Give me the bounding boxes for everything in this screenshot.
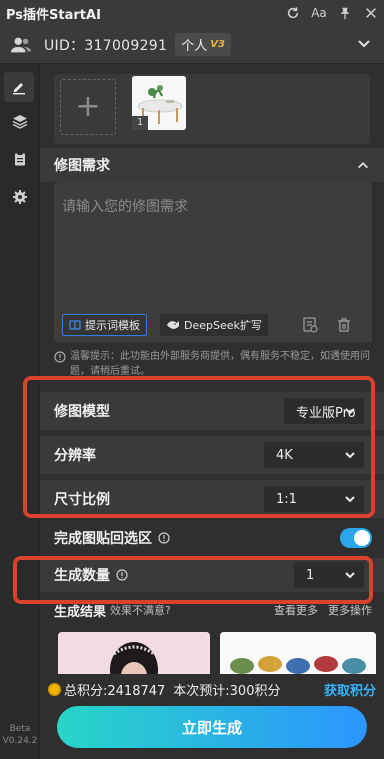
history-icon[interactable] — [301, 316, 319, 334]
points-bar: 总积分:2418747 本次预计:300积分 获取积分 — [40, 675, 384, 703]
request-placeholder[interactable]: 请输入您的修图需求 — [62, 196, 188, 216]
image-upload-area: + 1 — [54, 74, 370, 144]
chevron-up-icon[interactable] — [356, 158, 370, 172]
paste-back-label: 完成图贴回选区 — [54, 531, 152, 547]
paste-back-toggle[interactable] — [340, 528, 372, 548]
service-tip: 温馨提示：此功能由外部服务商提供，偶有服务不稳定，如遇使用问题，请稍后重试。 — [54, 349, 372, 379]
products-image — [220, 632, 376, 674]
estimated-cost: 本次预计:300积分 — [173, 683, 281, 699]
result-image-2[interactable] — [220, 632, 376, 674]
total-points: 总积分:2418747 — [64, 683, 166, 699]
deepseek-expand-button[interactable]: DeepSeek扩写 — [160, 314, 268, 336]
plan-version: V3 — [210, 39, 225, 50]
app-title: Ps插件StartAI — [6, 7, 101, 23]
pin-icon[interactable] — [332, 0, 358, 26]
generate-button[interactable]: 立即生成 — [57, 706, 367, 748]
settings-icon[interactable] — [0, 178, 40, 216]
tip-text: 温馨提示：此功能由外部服务商提供，偶有服务不稳定，如遇使用问题，请稍后重试。 — [70, 351, 370, 377]
edit-icon[interactable] — [4, 72, 34, 102]
request-input-box[interactable]: 请输入您的修图需求 提示词模板 DeepSeek扩写 — [54, 182, 372, 342]
clipboard-icon[interactable] — [0, 140, 40, 178]
annotation-box-count — [13, 556, 373, 604]
request-header-label: 修图需求 — [54, 158, 110, 174]
plan-name: 个人 — [181, 39, 208, 54]
thumbnail-index: 1 — [132, 116, 148, 130]
users-icon — [10, 37, 32, 52]
see-more-link[interactable]: 查看更多 — [274, 602, 318, 618]
beta-label: Beta — [9, 724, 31, 734]
paste-back-row: 完成图贴回选区 — [40, 522, 384, 554]
portrait-image — [58, 632, 210, 674]
plus-icon: + — [75, 89, 101, 124]
font-size-icon[interactable]: Aa — [306, 0, 332, 26]
toggle-knob — [354, 530, 370, 546]
annotation-box-settings — [23, 376, 375, 518]
request-section-header[interactable]: 修图需求 — [40, 148, 384, 182]
layers-icon[interactable] — [0, 102, 40, 140]
more-actions-link[interactable]: 更多操作 — [328, 602, 372, 618]
trash-icon[interactable] — [335, 316, 353, 334]
prompt-template-button[interactable]: 提示词模板 — [62, 314, 147, 336]
image-thumbnail[interactable]: 1 — [132, 76, 186, 130]
unsatisfied-link[interactable]: 效果不满意? — [110, 602, 171, 618]
coin-icon — [48, 682, 61, 696]
version-info: Beta V0.24.2 — [0, 723, 40, 747]
deepseek-icon — [167, 321, 179, 329]
info-icon[interactable] — [158, 532, 170, 544]
result-image-1[interactable] — [58, 632, 210, 674]
book-icon — [69, 320, 81, 330]
info-icon — [54, 351, 66, 363]
version-label: V0.24.2 — [2, 736, 38, 746]
user-row: UID：317009291 个人 V3 — [0, 26, 384, 64]
uid-label: UID：317009291 — [44, 37, 168, 54]
get-points-link[interactable]: 获取积分 — [324, 680, 376, 699]
refresh-icon[interactable] — [280, 0, 306, 26]
deepseek-label: DeepSeek扩写 — [184, 319, 262, 332]
chevron-down-icon[interactable] — [356, 36, 372, 52]
title-bar: Ps插件StartAI Aa — [0, 0, 384, 26]
prompt-template-label: 提示词模板 — [85, 319, 140, 332]
close-icon[interactable] — [358, 0, 384, 26]
add-image-button[interactable]: + — [60, 79, 116, 135]
plan-badge: 个人 V3 — [175, 33, 231, 56]
